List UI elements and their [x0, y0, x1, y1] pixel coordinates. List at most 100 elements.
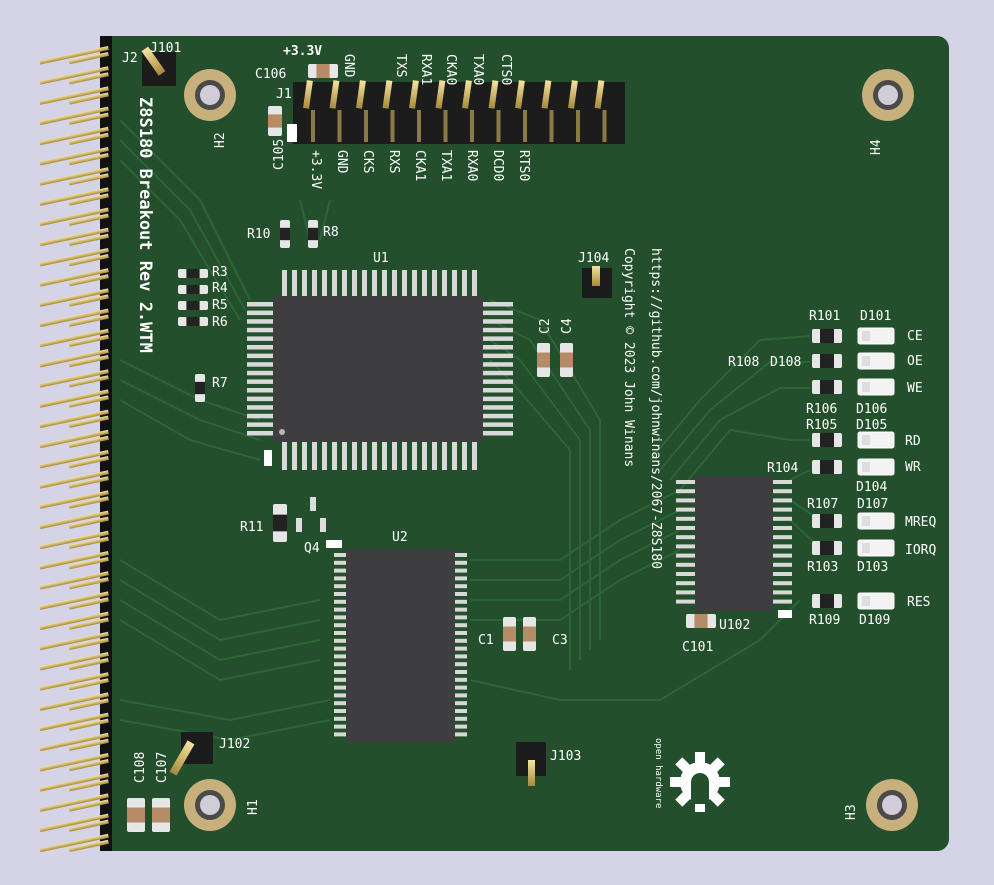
- ref-r108: R108: [728, 355, 759, 370]
- u2-pin: [455, 732, 467, 737]
- u2-pin: [334, 662, 346, 667]
- u1-pin: [483, 431, 513, 436]
- u1-pin: [432, 442, 437, 470]
- led-resistor-body: [820, 329, 834, 343]
- ref-j104: J104: [578, 251, 609, 266]
- u2-pin: [455, 724, 467, 729]
- resistor-r5-body: [186, 301, 200, 310]
- led-cathode-mark: [862, 382, 870, 392]
- capacitor-c1-body: [503, 626, 516, 642]
- ref-r106: R106: [806, 402, 837, 417]
- u102-pin: [773, 581, 792, 586]
- ref-j101: J101: [150, 41, 181, 56]
- ref-h2: H2: [213, 132, 228, 148]
- header-bottom-label: RTS0: [516, 150, 531, 181]
- u1-pin: [282, 442, 287, 470]
- u2-pin: [455, 592, 467, 596]
- ref-d109: D109: [859, 613, 890, 628]
- u1-pin: [442, 442, 447, 470]
- header-top-label: TXA0: [470, 54, 485, 85]
- u1-pin: [282, 270, 287, 296]
- u2-pin: [334, 568, 346, 573]
- header-j1-pin-leg: [337, 110, 342, 142]
- mounting-hole-h1: [184, 779, 236, 831]
- led-cathode-mark: [862, 516, 870, 526]
- led-resistor-body: [820, 460, 834, 474]
- resistor-r3-body: [186, 269, 200, 278]
- ref-r107: R107: [807, 497, 838, 512]
- left-angled-header: [39, 36, 112, 853]
- header-top-label: CKA0: [443, 54, 458, 85]
- u1-pin: [483, 396, 513, 402]
- u1-pin: [247, 302, 273, 307]
- u1-pin: [247, 310, 273, 316]
- u1-pin: [342, 270, 347, 296]
- u1-pin: [392, 270, 397, 296]
- ref-r10: R10: [247, 227, 270, 242]
- header-top-label: RXA1: [418, 54, 433, 85]
- u1-pin: [247, 422, 273, 427]
- ref-h1: H1: [246, 799, 261, 815]
- header-j1-pin-leg: [496, 110, 501, 142]
- led-cathode-mark: [862, 462, 870, 472]
- u1-pin: [247, 413, 273, 419]
- u1-pin: [247, 405, 273, 410]
- led-resistor-body: [820, 354, 834, 368]
- u102-pin: [773, 535, 792, 540]
- header-j1-pin-leg: [311, 110, 315, 142]
- u1-pin: [362, 442, 367, 470]
- u1-pin: [332, 270, 337, 296]
- board-url: https://github.com/johnwinans/2067-Z8S18…: [648, 248, 663, 569]
- u1-pin: [462, 442, 467, 470]
- u1-pin: [302, 442, 307, 470]
- ref-d107: D107: [857, 497, 888, 512]
- led-resistor-body: [820, 433, 834, 447]
- header-top-label: CTS0: [498, 54, 513, 85]
- capacitor-c2-body: [537, 352, 550, 368]
- u1-pin: [452, 442, 457, 470]
- u1-pin: [292, 270, 297, 296]
- u1-pin: [312, 270, 317, 296]
- ref-r6: R6: [212, 315, 228, 330]
- u102-pin: [773, 544, 792, 549]
- ref-c106: C106: [255, 67, 286, 82]
- u2-pin: [334, 701, 346, 706]
- u1-pin: [322, 270, 327, 296]
- u1-pin: [312, 442, 317, 470]
- oshw-gear-icon: [670, 752, 730, 812]
- resistor-r4-body: [186, 285, 200, 294]
- u1-pin: [402, 442, 407, 470]
- u1-pin: [342, 442, 347, 470]
- u1-pin: [247, 362, 273, 367]
- gear-tooth: [695, 752, 705, 766]
- u1-pin: [422, 442, 427, 470]
- led-label-we: WE: [907, 381, 923, 396]
- u2-pin: [334, 623, 346, 628]
- ref-r3: R3: [212, 265, 228, 280]
- u2-pin: [455, 662, 467, 667]
- u1-pin: [247, 345, 273, 350]
- ref-d108: D108: [770, 355, 801, 370]
- u2-pin: [455, 607, 467, 612]
- u102-pin: [773, 526, 792, 530]
- ref-r103: R103: [807, 560, 838, 575]
- u2-pin: [334, 607, 346, 612]
- led-label-rd: RD: [905, 434, 921, 449]
- u2-pin: [334, 576, 346, 581]
- u102-pin: [676, 590, 695, 595]
- u1-pin: [247, 336, 273, 341]
- u2-pin: [334, 677, 346, 682]
- u1-pin: [372, 442, 377, 470]
- u2-pin: [334, 553, 346, 557]
- led-label-res: RES: [907, 595, 930, 610]
- u2-pin: [455, 599, 467, 604]
- u2-pin: [455, 623, 467, 628]
- u1-pin: [483, 302, 513, 307]
- ref-r101: R101: [809, 309, 840, 324]
- u1-pin: [462, 270, 467, 296]
- led-cathode-mark: [862, 596, 870, 606]
- u1-pin: [332, 442, 337, 470]
- ref-h4: H4: [869, 139, 884, 155]
- transistor-q4-lead: [296, 518, 302, 532]
- oshw-label: open hardware: [653, 738, 663, 808]
